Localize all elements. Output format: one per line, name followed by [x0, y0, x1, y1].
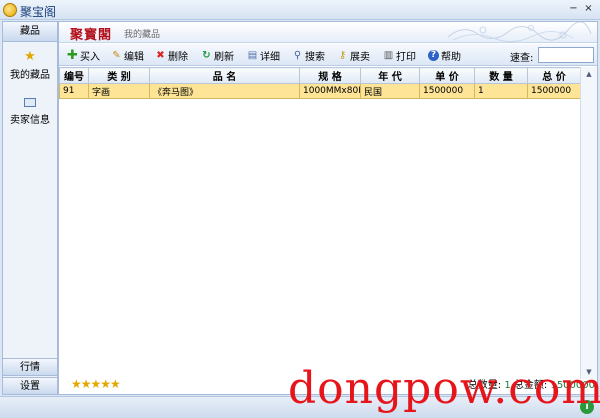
- sidebar: 藏品 ★ 我的藏品 卖家信息 行情 设置: [2, 21, 58, 395]
- delete-label: 删除: [168, 51, 188, 63]
- collection-table: 编号 类 别 品 名 规 格 年 代 单 价 数 量 总 价 91 字画 《奔马…: [59, 67, 597, 99]
- printer-icon: ▥: [383, 49, 394, 61]
- table-cell: 1500000: [419, 83, 475, 99]
- banner-decoration: [447, 22, 592, 42]
- sidebar-tab-settings[interactable]: 设置: [2, 377, 58, 395]
- watermark: dongpow.com: [288, 363, 600, 414]
- toolbar: ✚ 买入 ✎ 编辑 ✖ 删除 ↻ 刷新 ▤ 详细 ⚲ 搜索 ⚷ 展卖 ▥ 打印: [59, 44, 597, 66]
- column-header[interactable]: 规 格: [299, 67, 361, 84]
- vertical-scrollbar[interactable]: ▲ ▼: [580, 67, 597, 379]
- main-panel: 聚寳閣 我的藏品 ✚ 买入 ✎ 编辑 ✖ 删除 ↻ 刷新 ▤ 详细 ⚲ 搜索 ⚷…: [58, 21, 598, 395]
- table-cell: 1000MMx80MM: [299, 83, 361, 99]
- table-cell: 1: [474, 83, 528, 99]
- column-header[interactable]: 单 价: [419, 67, 475, 84]
- table-header-row: 编号 类 别 品 名 规 格 年 代 单 价 数 量 总 价: [59, 67, 581, 84]
- sidebar-header-collection[interactable]: 藏品: [3, 22, 57, 42]
- sidebar-item-my-collection[interactable]: ★ 我的藏品: [3, 49, 57, 82]
- edit-button[interactable]: ✎ 编辑: [111, 47, 144, 63]
- refresh-label: 刷新: [214, 51, 234, 63]
- pencil-icon: ✎: [112, 49, 121, 61]
- refresh-button[interactable]: ↻ 刷新: [201, 47, 234, 63]
- minimize-button[interactable]: −: [568, 2, 579, 16]
- print-button[interactable]: ▥ 打印: [383, 47, 416, 63]
- print-label: 打印: [396, 51, 416, 63]
- banner: 聚寳閣 我的藏品: [59, 22, 597, 43]
- sidebar-tab-market[interactable]: 行情: [2, 358, 58, 376]
- sidebar-item-label: 卖家信息: [10, 115, 50, 126]
- buy-label: 买入: [80, 51, 100, 63]
- window-title-bar: 聚宝阁 − ×: [0, 0, 600, 20]
- detail-button[interactable]: ▤ 详细: [247, 47, 280, 63]
- search-label: 搜索: [305, 51, 325, 63]
- column-header[interactable]: 总 价: [527, 67, 581, 84]
- brand-logo-text: 聚寳閣: [70, 28, 113, 43]
- edit-label: 编辑: [124, 51, 144, 63]
- detail-label: 详细: [260, 51, 280, 63]
- buy-button[interactable]: ✚ 买入: [67, 47, 100, 63]
- table-cell: 民国: [360, 83, 420, 99]
- exhibit-sale-label: 展卖: [350, 51, 370, 63]
- scroll-up-icon[interactable]: ▲: [581, 67, 597, 81]
- table-cell: 字画: [88, 83, 150, 99]
- app-logo-icon: [3, 3, 17, 17]
- table-cell: 91: [59, 83, 89, 99]
- help-icon: ?: [428, 49, 439, 61]
- quick-search-label: 速查:: [510, 53, 534, 64]
- help-button[interactable]: ? 帮助: [428, 47, 461, 63]
- table-row[interactable]: 91 字画 《奔马图》 1000MMx80MM 民国 1500000 1 150…: [59, 83, 581, 99]
- table-cell: 1500000: [527, 83, 581, 99]
- window-controls: − ×: [568, 2, 594, 16]
- column-header[interactable]: 类 别: [88, 67, 150, 84]
- quick-search-input[interactable]: [538, 47, 594, 63]
- delete-button[interactable]: ✖ 删除: [155, 47, 188, 63]
- magnifier-icon: ⚲: [293, 49, 302, 61]
- column-header[interactable]: 品 名: [149, 67, 300, 84]
- column-header[interactable]: 数 量: [474, 67, 528, 84]
- plus-icon: ✚: [67, 47, 78, 63]
- exhibit-sale-button[interactable]: ⚷ 展卖: [337, 47, 370, 63]
- delete-icon: ✖: [156, 49, 165, 61]
- sidebar-item-label: 我的藏品: [10, 70, 50, 81]
- window-title: 聚宝阁: [20, 5, 57, 19]
- star-icon: ★: [24, 49, 36, 64]
- close-button[interactable]: ×: [583, 2, 594, 16]
- table-cell: 《奔马图》: [149, 83, 300, 99]
- rating-stars: ★★★★★: [71, 377, 121, 391]
- column-header[interactable]: 年 代: [360, 67, 420, 84]
- refresh-icon: ↻: [202, 49, 211, 61]
- sidebar-item-seller-info[interactable]: 卖家信息: [3, 95, 57, 126]
- help-label: 帮助: [441, 51, 461, 63]
- card-icon: [24, 98, 36, 107]
- search-button[interactable]: ⚲ 搜索: [292, 47, 325, 63]
- banner-subtitle: 我的藏品: [124, 30, 161, 40]
- column-header[interactable]: 编号: [59, 67, 89, 84]
- document-icon: ▤: [247, 49, 258, 61]
- key-icon: ⚷: [338, 49, 347, 61]
